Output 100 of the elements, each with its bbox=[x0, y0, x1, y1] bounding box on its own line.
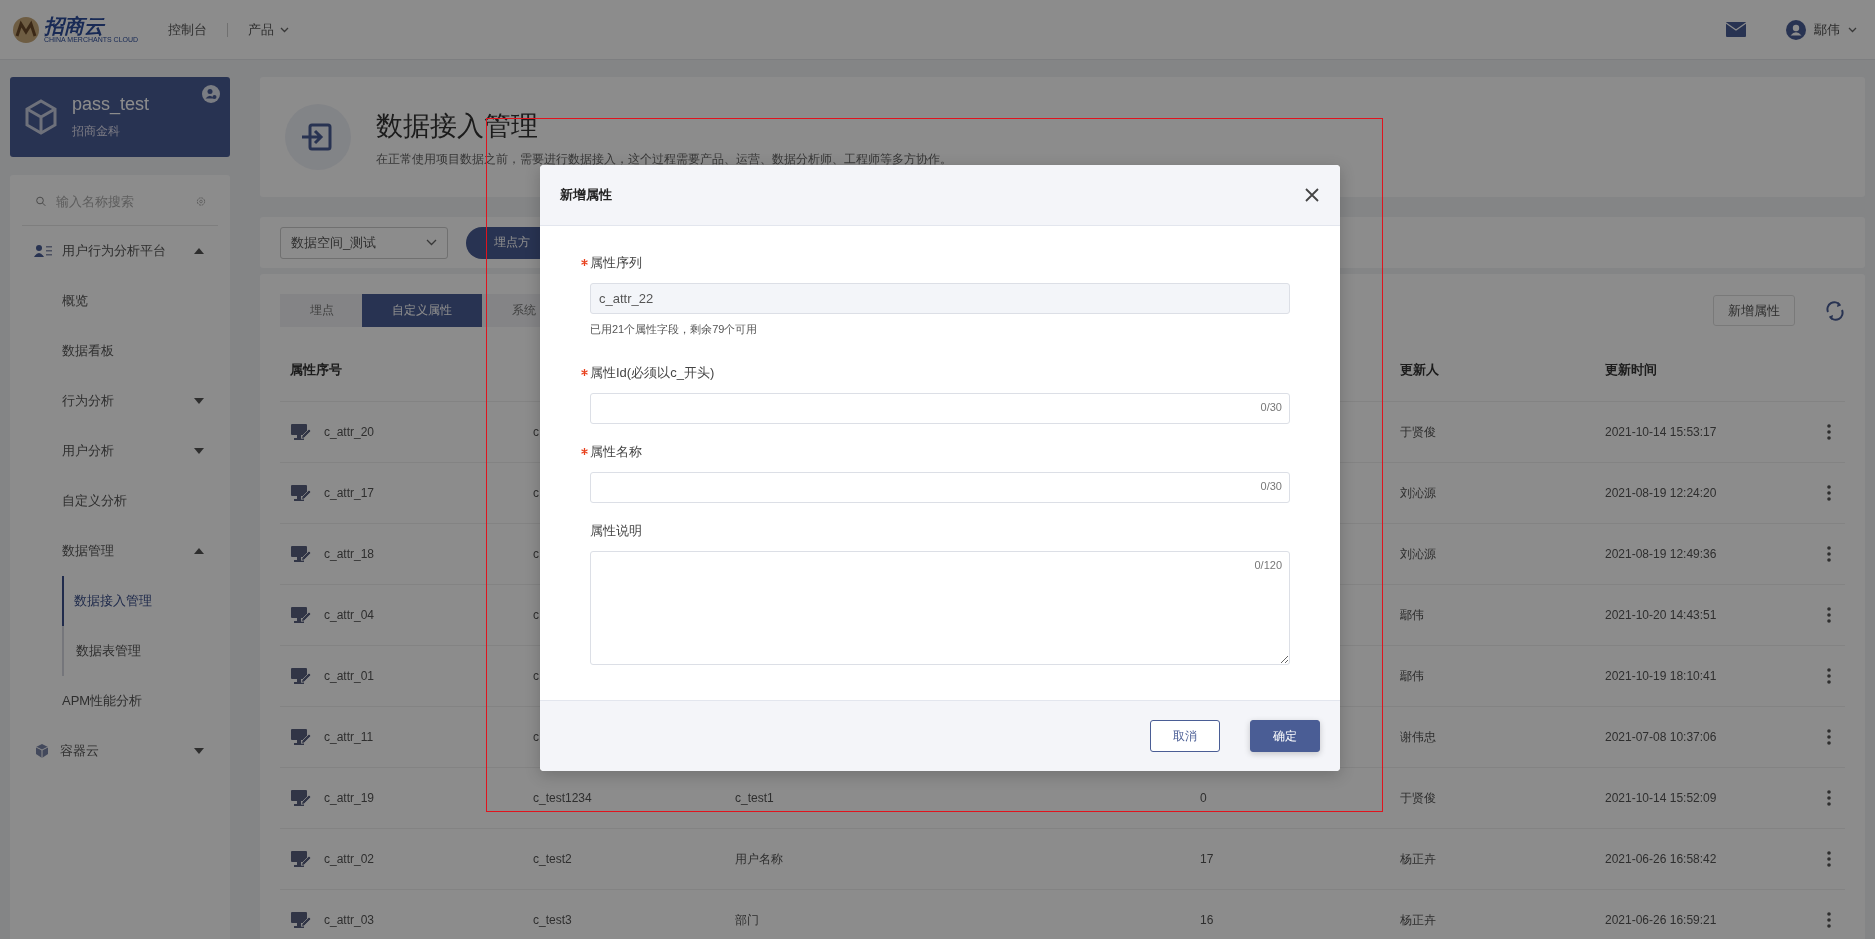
table-cell: 刘沁源 bbox=[1400, 484, 1436, 502]
table-cell: c bbox=[533, 425, 539, 439]
textarea-field[interactable] bbox=[590, 551, 1290, 665]
table-cell: c bbox=[533, 608, 539, 622]
table-cell: 谢伟忠 bbox=[1400, 728, 1436, 746]
column-header: 属性序号 bbox=[290, 362, 342, 377]
table-cell: 2021-06-26 16:58:42 bbox=[1605, 852, 1717, 866]
caret-up-icon bbox=[194, 548, 204, 554]
table-cell: c_test1234 bbox=[533, 791, 592, 805]
table-cell: c_attr_01 bbox=[324, 669, 375, 683]
input-field[interactable] bbox=[590, 393, 1290, 424]
more-icon[interactable] bbox=[1827, 424, 1831, 440]
chevron-down-icon bbox=[426, 239, 437, 246]
monitor-pencil-icon bbox=[290, 423, 312, 441]
table-cell: c_attr_02 bbox=[324, 852, 375, 866]
table-cell: c bbox=[533, 486, 539, 500]
mail-icon[interactable] bbox=[1726, 22, 1746, 37]
more-icon[interactable] bbox=[1827, 668, 1831, 684]
table-cell: 用户名称 bbox=[735, 850, 783, 868]
caret-down-icon bbox=[194, 748, 204, 754]
column-header: 更新时间 bbox=[1605, 362, 1657, 377]
sidebar-item[interactable]: 用户行为分析平台 bbox=[22, 226, 218, 276]
monitor-pencil-icon bbox=[290, 789, 312, 807]
monitor-pencil-icon bbox=[290, 667, 312, 685]
table-cell: 刘沁源 bbox=[1400, 545, 1436, 563]
logo-text: 招商云 bbox=[44, 16, 106, 36]
dialog-title: 新增属性 bbox=[560, 186, 613, 204]
sidebar-item[interactable]: 概览 bbox=[22, 276, 218, 326]
nav-link[interactable]: 产品 bbox=[248, 20, 275, 39]
sidebar-item[interactable]: 数据看板 bbox=[22, 326, 218, 376]
sidebar-item[interactable]: 数据表管理 bbox=[64, 626, 218, 676]
monitor-pencil-icon bbox=[290, 606, 312, 624]
sidebar-item[interactable]: 用户分析 bbox=[22, 426, 218, 476]
sidebar-item[interactable]: 自定义分析 bbox=[22, 476, 218, 526]
table-cell: 杨正卉 bbox=[1400, 911, 1436, 929]
table-cell: 2021-10-14 15:52:09 bbox=[1605, 791, 1717, 805]
user-name[interactable]: 鄢伟 bbox=[1814, 20, 1840, 39]
table-cell: 2021-08-19 12:49:36 bbox=[1605, 547, 1717, 561]
monitor-pencil-icon bbox=[290, 850, 312, 868]
caret-down-icon bbox=[194, 398, 204, 404]
field-label: 属性说明 bbox=[590, 522, 642, 540]
sidebar-item[interactable]: 数据管理 bbox=[22, 526, 218, 576]
cancel-button[interactable]: 取消 bbox=[1150, 720, 1220, 752]
table-cell: 杨正卉 bbox=[1400, 850, 1436, 868]
import-icon bbox=[285, 104, 351, 170]
table-cell: c_attr_04 bbox=[324, 608, 375, 622]
table-cell: 2021-10-14 15:53:17 bbox=[1605, 425, 1717, 439]
monitor-pencil-icon bbox=[290, 911, 312, 929]
field-hint: 已用21个属性字段，剩余79个可用 bbox=[590, 322, 759, 337]
tab[interactable]: 系统 bbox=[482, 294, 566, 327]
project-name: pass_test bbox=[72, 94, 150, 115]
sidebar-item[interactable]: 数据接入管理 bbox=[62, 576, 218, 626]
sidebar-item[interactable]: APM性能分析 bbox=[22, 676, 218, 726]
tab[interactable]: 自定义属性 bbox=[362, 294, 482, 327]
more-icon[interactable] bbox=[1827, 485, 1831, 501]
avatar-icon[interactable] bbox=[1786, 19, 1806, 40]
user-list-icon bbox=[34, 244, 52, 258]
more-icon[interactable] bbox=[1827, 912, 1831, 928]
more-icon[interactable] bbox=[1827, 729, 1831, 745]
table-cell: c_attr_03 bbox=[324, 913, 375, 927]
nav-link[interactable]: 控制台 bbox=[168, 20, 208, 39]
monitor-pencil-icon bbox=[290, 545, 312, 563]
char-counter: 0/120 bbox=[1254, 559, 1282, 571]
close-button[interactable] bbox=[1304, 187, 1320, 203]
table-cell: 17 bbox=[1200, 852, 1214, 866]
table-cell: 0 bbox=[1200, 791, 1207, 805]
tab[interactable]: 埋点 bbox=[280, 294, 362, 327]
monitor-pencil-icon bbox=[290, 484, 312, 502]
refresh-icon[interactable] bbox=[1825, 300, 1845, 321]
table-cell: c_test3 bbox=[533, 913, 572, 927]
table-cell: c_attr_20 bbox=[324, 425, 375, 439]
add-attribute-button[interactable]: 新增属性 bbox=[1713, 295, 1795, 326]
cubes-icon bbox=[34, 743, 50, 759]
table-cell: c_attr_17 bbox=[324, 486, 375, 500]
user-settings-icon[interactable] bbox=[202, 85, 220, 103]
sidebar-item[interactable]: 行为分析 bbox=[22, 376, 218, 426]
input-field[interactable] bbox=[590, 472, 1290, 503]
caret-up-icon bbox=[194, 248, 204, 254]
space-select[interactable]: 数据空间_测试 bbox=[280, 226, 448, 259]
table-cell: 16 bbox=[1200, 913, 1214, 927]
project-org: 招商金科 bbox=[72, 123, 121, 140]
more-icon[interactable] bbox=[1827, 607, 1831, 623]
table-cell: c_attr_11 bbox=[324, 730, 374, 744]
project-card[interactable]: pass_test 招商金科 bbox=[10, 77, 230, 157]
table-cell: c bbox=[533, 730, 539, 744]
table-cell: c_test2 bbox=[533, 852, 572, 866]
more-icon[interactable] bbox=[1827, 546, 1831, 562]
logo-icon bbox=[12, 15, 40, 44]
table-cell: 2021-10-20 14:43:51 bbox=[1605, 608, 1717, 622]
sidebar-item[interactable]: 容器云 bbox=[22, 726, 218, 776]
table-cell: c bbox=[533, 547, 539, 561]
table-cell: 2021-08-19 12:24:20 bbox=[1605, 486, 1717, 500]
table-cell: 2021-06-26 16:59:21 bbox=[1605, 913, 1717, 927]
column-header: 更新人 bbox=[1400, 362, 1439, 377]
table-cell: 鄢伟 bbox=[1400, 667, 1424, 685]
confirm-button[interactable]: 确定 bbox=[1250, 720, 1320, 752]
table-cell: 于贤俊 bbox=[1400, 789, 1436, 807]
more-icon[interactable] bbox=[1827, 851, 1831, 867]
more-icon[interactable] bbox=[1827, 790, 1831, 806]
field-label: 属性Id(必须以c_开头) bbox=[590, 364, 715, 382]
